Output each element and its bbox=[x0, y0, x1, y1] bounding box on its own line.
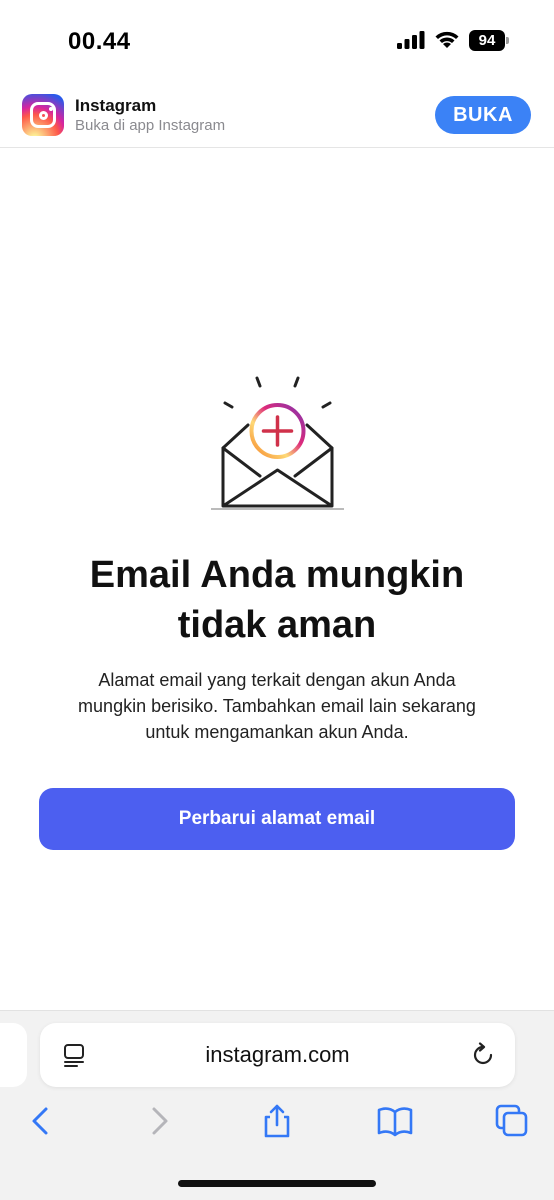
battery-cap bbox=[506, 37, 509, 44]
app-banner[interactable]: Instagram Buka di app Instagram BUKA bbox=[0, 80, 554, 148]
bookmarks-icon[interactable] bbox=[377, 1103, 413, 1139]
app-name: Instagram bbox=[75, 96, 157, 115]
open-app-button[interactable]: BUKA bbox=[435, 96, 531, 134]
battery-indicator: 94 bbox=[469, 30, 509, 51]
battery-level: 94 bbox=[469, 30, 505, 51]
email-envelope-plus-icon bbox=[211, 376, 344, 510]
back-icon[interactable] bbox=[22, 1103, 58, 1139]
status-bar: 00.44 94 bbox=[0, 0, 554, 80]
status-time: 00.44 bbox=[68, 28, 131, 55]
wifi-icon bbox=[435, 31, 459, 48]
forward-icon[interactable] bbox=[142, 1103, 178, 1139]
page-title: Email Anda mungkin tidak aman bbox=[89, 554, 465, 646]
url-text[interactable]: instagram.com bbox=[40, 1023, 515, 1087]
previous-tab-preview[interactable] bbox=[0, 1023, 27, 1087]
home-indicator[interactable] bbox=[178, 1180, 376, 1187]
cellular-signal-icon bbox=[397, 31, 425, 49]
instagram-logo-icon bbox=[22, 94, 64, 136]
app-subtitle: Buka di app Instagram bbox=[75, 117, 226, 134]
tabs-icon[interactable] bbox=[494, 1103, 530, 1139]
page-description: Alamat email yang terkait dengan akun An… bbox=[78, 670, 476, 742]
reload-icon[interactable] bbox=[470, 1042, 496, 1068]
share-icon[interactable] bbox=[259, 1103, 295, 1139]
update-email-button[interactable]: Perbarui alamat email bbox=[39, 788, 515, 850]
address-bar[interactable]: instagram.com bbox=[40, 1023, 515, 1087]
